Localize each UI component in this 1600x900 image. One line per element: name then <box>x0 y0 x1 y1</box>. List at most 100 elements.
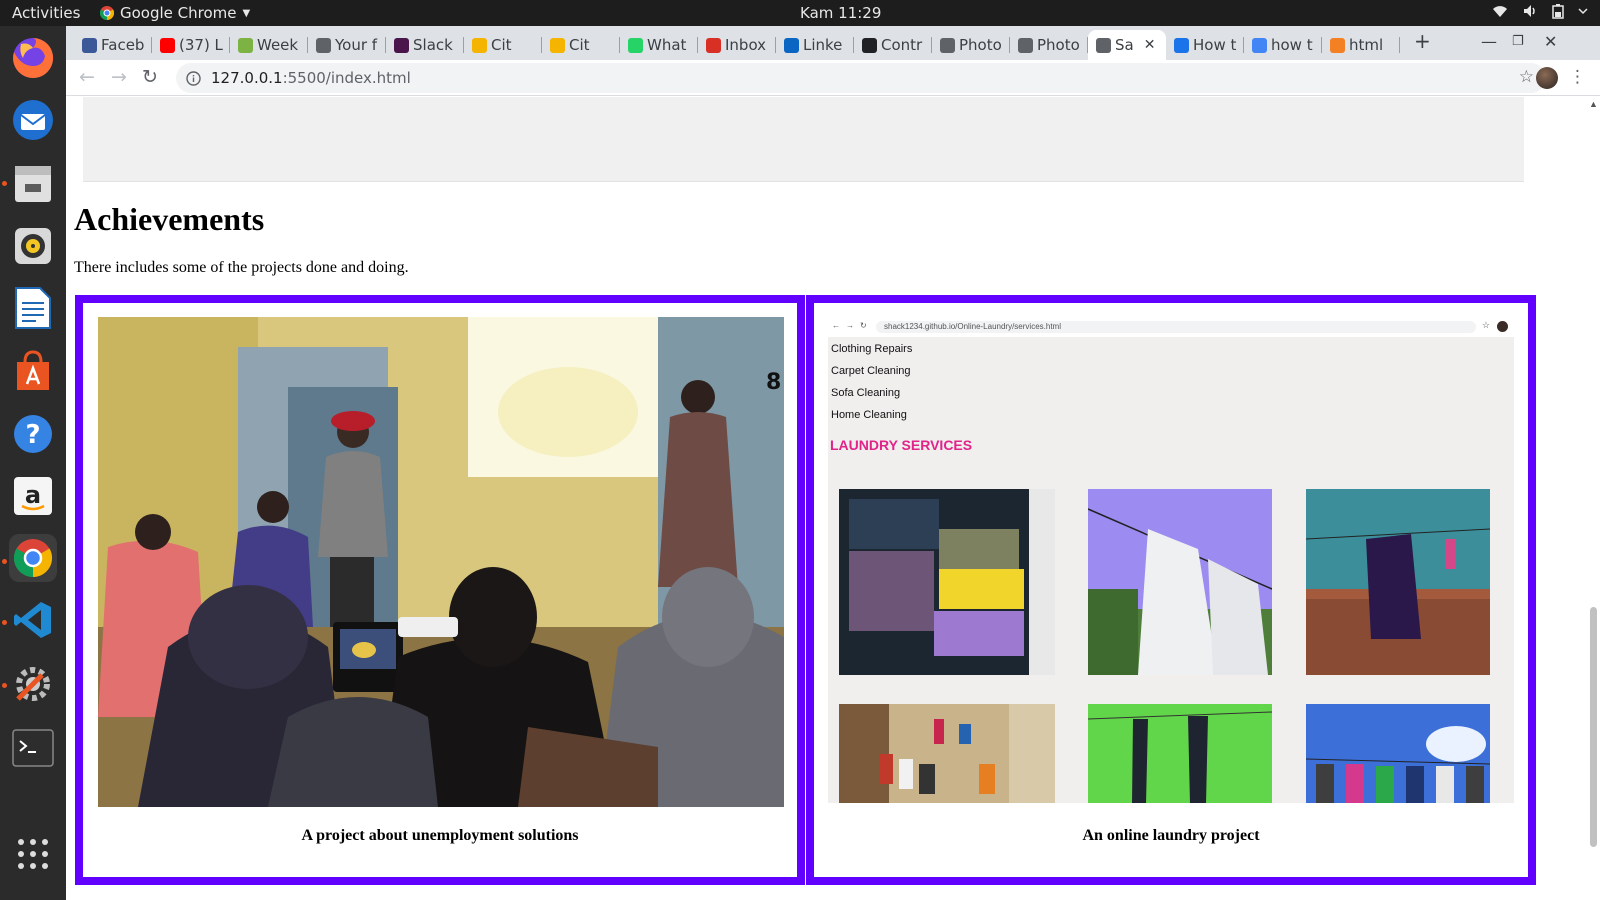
running-indicator <box>2 620 7 625</box>
facebook-icon <box>82 37 97 53</box>
whatsapp-icon <box>628 37 643 53</box>
tab-label: Your f <box>335 36 378 54</box>
terminal-icon[interactable] <box>9 724 57 772</box>
tab-close-icon[interactable]: ✕ <box>1144 37 1156 53</box>
slack-icon <box>394 37 409 53</box>
tab-strip: Faceb (37) L Week Your f Slack Cit Cit What Inbo… <box>66 26 1600 60</box>
mini-nav-icons: ←→↻ <box>832 321 873 330</box>
browser-tab[interactable]: Inbox <box>698 30 776 60</box>
browser-tab[interactable]: Cit <box>542 30 620 60</box>
tab-label: Photo <box>959 36 1002 54</box>
maximize-icon[interactable]: ❐ <box>1512 34 1524 49</box>
browser-tab[interactable]: Photo <box>932 30 1010 60</box>
svg-text:8: 8 <box>766 370 781 395</box>
svg-text:a: a <box>25 481 41 509</box>
aperture-icon <box>940 37 955 53</box>
forward-icon[interactable]: → <box>111 66 127 88</box>
window-close-icon[interactable]: ✕ <box>1544 32 1557 51</box>
project-card: 8 A project about unemployment solutions <box>75 295 805 885</box>
volume-icon <box>1524 5 1535 17</box>
chrome-window: Faceb (37) L Week Your f Slack Cit Cit What Inbo… <box>66 26 1600 900</box>
project-screenshot: ←→↻ shack1234.github.io/Online-Laundry/s… <box>828 317 1514 803</box>
browser-tab[interactable]: Photo <box>1010 30 1088 60</box>
browser-tab[interactable]: Sa ✕ <box>1088 30 1166 60</box>
tab-label: Inbox <box>725 36 767 54</box>
firefox-icon[interactable] <box>9 34 57 82</box>
browser-tab[interactable]: Week <box>230 30 308 60</box>
github-icon <box>862 37 877 53</box>
rhythmbox-icon[interactable] <box>9 222 57 270</box>
tab-label: Cit <box>569 36 590 54</box>
tab-label: Week <box>257 36 299 54</box>
tab-label: Contr <box>881 36 923 54</box>
help-icon[interactable]: ? <box>9 410 57 458</box>
writer-icon[interactable] <box>9 284 57 332</box>
minimize-icon[interactable]: — <box>1481 32 1497 51</box>
browser-tab[interactable]: How t <box>1166 30 1244 60</box>
scroll-up-icon[interactable]: ▲ <box>1589 99 1598 109</box>
laundry-photo <box>839 704 1055 803</box>
scrollbar-thumb[interactable] <box>1590 607 1597 847</box>
browser-tab[interactable]: Cit <box>464 30 542 60</box>
laundry-photo <box>1088 489 1272 675</box>
info-icon <box>186 70 201 86</box>
tab-label: Slack <box>413 36 453 54</box>
tab-label: What <box>647 36 687 54</box>
show-applications-icon[interactable] <box>9 830 57 878</box>
new-tab-button[interactable]: + <box>1414 29 1431 53</box>
system-tools-icon[interactable] <box>9 660 57 708</box>
app-menu[interactable]: Google Chrome ▼ <box>100 4 250 22</box>
activities-button[interactable]: Activities <box>12 4 80 22</box>
menu-kebab-icon[interactable]: ⋮ <box>1569 67 1586 87</box>
laundry-photo <box>1088 704 1272 803</box>
amazon-icon[interactable]: a <box>9 472 57 520</box>
browser-tab[interactable]: how t <box>1244 30 1322 60</box>
browser-tab[interactable]: Contr <box>854 30 932 60</box>
svg-text:?: ? <box>25 420 40 450</box>
emoji-icon <box>472 37 487 53</box>
tab-label: (37) L <box>179 36 223 54</box>
browser-tab[interactable]: Faceb <box>74 30 152 60</box>
globe-icon <box>1096 37 1111 53</box>
thunderbird-icon[interactable] <box>9 96 57 144</box>
tab-label: html <box>1349 36 1384 54</box>
browser-tab[interactable]: What <box>620 30 698 60</box>
tab-label: How t <box>1193 36 1237 54</box>
running-indicator <box>2 683 7 688</box>
clock[interactable]: Kam 11:29 <box>800 4 881 22</box>
mini-browser-bar: ←→↻ shack1234.github.io/Online-Laundry/s… <box>828 317 1514 337</box>
tab-label: Photo <box>1037 36 1080 54</box>
laundry-menu-item: Home Cleaning <box>831 409 907 421</box>
reload-icon[interactable]: ↻ <box>142 66 158 88</box>
browser-tab[interactable]: (37) L <box>152 30 230 60</box>
tab-label: Linke <box>803 36 843 54</box>
tab-label: how t <box>1271 36 1313 54</box>
files-icon[interactable] <box>9 160 57 208</box>
chrome-dock-icon[interactable] <box>9 534 57 582</box>
chevron-down-icon: ▼ <box>242 7 251 19</box>
laundry-menu-item: Sofa Cleaning <box>831 387 901 399</box>
laundry-photo <box>1306 704 1490 803</box>
tab-label: Cit <box>491 36 512 54</box>
gmail-icon <box>706 37 721 53</box>
project-photo: 8 <box>98 317 784 807</box>
vscode-icon[interactable] <box>9 596 57 644</box>
browser-tab[interactable]: Your f <box>308 30 386 60</box>
software-center-icon[interactable] <box>9 348 57 396</box>
browser-tab[interactable]: Slack <box>386 30 464 60</box>
project-card: ←→↻ shack1234.github.io/Online-Laundry/s… <box>806 295 1536 885</box>
browser-tab[interactable]: html <box>1322 30 1400 60</box>
bookmark-star-icon[interactable]: ☆ <box>1519 67 1534 87</box>
browser-tab[interactable]: Linke <box>776 30 854 60</box>
system-tray[interactable] <box>1492 3 1588 19</box>
linkedin-icon <box>784 37 799 53</box>
page-scrollbar[interactable]: ▲ <box>1586 97 1600 900</box>
project-caption: A project about unemployment solutions <box>301 827 579 844</box>
tab-label: Faceb <box>101 36 145 54</box>
profile-avatar[interactable] <box>1536 67 1558 89</box>
back-icon[interactable]: ← <box>79 66 95 88</box>
google-icon <box>1252 37 1267 53</box>
address-bar[interactable]: 127.0.0.1:5500/index.html ☆ <box>176 63 1546 93</box>
url-host: 127.0.0.1 <box>211 69 283 87</box>
tab-separator <box>1399 37 1400 53</box>
